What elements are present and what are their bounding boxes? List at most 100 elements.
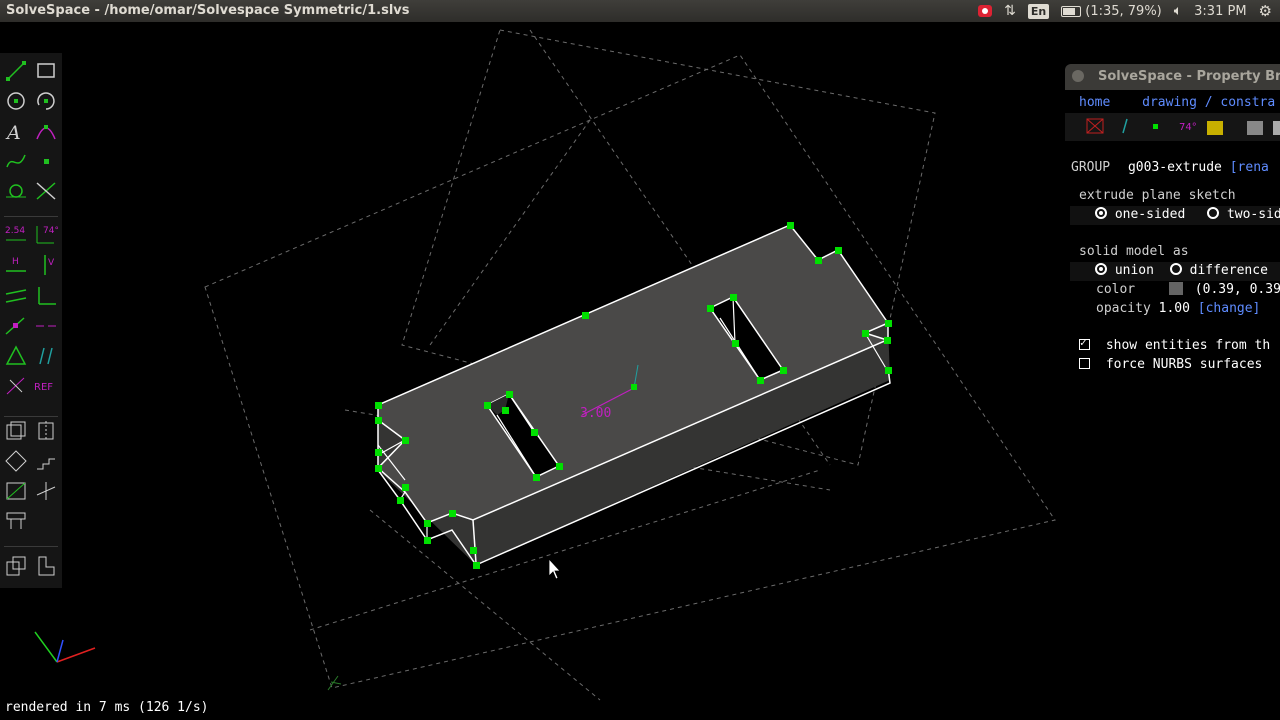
point-tool-icon[interactable] [34, 149, 58, 173]
vertex-point[interactable] [732, 340, 739, 347]
recording-icon[interactable] [978, 5, 993, 17]
force-nurbs-label: force NURBS surfaces [1105, 357, 1263, 372]
vertex-point[interactable] [787, 222, 794, 229]
vertex-point[interactable] [757, 377, 764, 384]
equal-constraint-icon[interactable] [4, 344, 28, 368]
reference-toggle-icon[interactable]: REF [34, 374, 58, 398]
vertex-point[interactable] [506, 391, 513, 398]
battery-status: (1:35, 79%) [1085, 3, 1162, 19]
circle-tool-icon[interactable] [4, 89, 28, 113]
bezier-tool-icon[interactable] [4, 149, 28, 173]
vertex-point[interactable] [449, 510, 456, 517]
nav-home-link[interactable]: home [1079, 95, 1110, 110]
step-translate-icon[interactable] [34, 449, 58, 473]
battery-indicator[interactable]: (1:35, 79%) [1061, 4, 1162, 19]
assemble-icon[interactable] [4, 554, 28, 578]
show-entities-option[interactable]: show entities from th [1079, 336, 1270, 353]
perpendicular-constraint-icon[interactable] [34, 284, 58, 308]
rename-link[interactable]: [rena [1230, 160, 1269, 175]
sketch-in-3d-icon[interactable] [4, 509, 28, 533]
vertex-point[interactable] [473, 562, 480, 569]
union-option[interactable]: union [1095, 263, 1154, 278]
vertex-point[interactable] [502, 407, 509, 414]
vertex-point[interactable] [531, 429, 538, 436]
orientation-constraint-icon[interactable] [34, 344, 58, 368]
symmetric-constraint-icon[interactable] [34, 314, 58, 338]
angle-constraint-icon[interactable]: 74° [34, 222, 58, 246]
vertex-point[interactable] [884, 337, 891, 344]
extrude-icon[interactable] [4, 419, 28, 443]
horizontal-constraint-icon[interactable]: H [4, 253, 28, 277]
difference-label: difference [1189, 263, 1268, 278]
show-workplanes-icon[interactable] [1086, 118, 1104, 134]
vertex-point[interactable] [707, 305, 714, 312]
text-tool-icon[interactable]: A [4, 119, 28, 143]
svg-text:A: A [5, 122, 21, 143]
vertex-point[interactable] [730, 294, 737, 301]
vertex-point[interactable] [402, 437, 409, 444]
parallel-constraint-icon[interactable] [4, 284, 28, 308]
distance-constraint-icon[interactable]: 2.54 [4, 222, 28, 246]
vertex-point[interactable] [375, 449, 382, 456]
sketch-toolbar: A 2.54 74° H V REF [0, 53, 62, 588]
show-hidden-lines-icon[interactable] [1273, 121, 1280, 135]
difference-option[interactable]: difference [1169, 263, 1268, 278]
step-rotate-icon[interactable] [4, 449, 28, 473]
vertex-point[interactable] [397, 497, 404, 504]
keyboard-layout-indicator[interactable]: En [1027, 3, 1050, 19]
one-sided-option[interactable]: one-sided [1095, 207, 1185, 222]
clock[interactable]: 3:31 PM [1194, 4, 1246, 19]
workplane-tool-icon[interactable] [4, 179, 28, 203]
sketch-in-plane-icon[interactable] [34, 554, 58, 578]
one-sided-label: one-sided [1114, 207, 1186, 222]
vertical-constraint-icon[interactable]: V [34, 253, 58, 277]
vertex-point[interactable] [780, 367, 787, 374]
network-transfer-icon[interactable]: ⇅ [1004, 3, 1016, 19]
vertex-point[interactable] [835, 247, 842, 254]
vertex-point[interactable] [862, 330, 869, 337]
two-sided-option[interactable]: two-sid [1207, 207, 1280, 222]
new-group-icon[interactable] [34, 479, 58, 503]
checkbox-icon [1079, 336, 1090, 350]
svg-text:H: H [12, 257, 19, 267]
vertex-point[interactable] [885, 367, 892, 374]
workplane-group-icon[interactable] [4, 479, 28, 503]
line-tool-icon[interactable] [4, 59, 28, 83]
vertex-point[interactable] [533, 474, 540, 481]
lathe-icon[interactable] [34, 419, 58, 443]
show-edges-icon[interactable] [1247, 121, 1263, 135]
color-swatch[interactable] [1168, 282, 1183, 295]
vertex-point[interactable] [375, 465, 382, 472]
split-curves-icon[interactable] [34, 179, 58, 203]
vertex-point[interactable] [885, 320, 892, 327]
window-title: SolveSpace - /home/omar/Solvespace Symme… [6, 3, 410, 18]
tangent-arc-tool-icon[interactable] [34, 119, 58, 143]
show-points-icon[interactable] [1153, 124, 1158, 129]
property-browser-titlebar[interactable]: SolveSpace - Property Brow [1065, 64, 1280, 90]
show-normals-icon[interactable] [1122, 118, 1128, 134]
vertex-point[interactable] [470, 547, 477, 554]
vertex-point[interactable] [424, 520, 431, 527]
vertex-point[interactable] [582, 312, 589, 319]
vertex-point[interactable] [402, 484, 409, 491]
nav-breadcrumb-link[interactable]: drawing / constra [1142, 95, 1275, 110]
vertex-point[interactable] [424, 537, 431, 544]
opacity-label: opacity [1096, 301, 1151, 316]
gear-icon[interactable]: ⚙ [1259, 2, 1272, 20]
show-shaded-icon[interactable] [1207, 121, 1223, 135]
other-supplementary-icon[interactable] [4, 374, 28, 398]
show-constraints-icon[interactable]: 74° [1179, 122, 1197, 133]
rectangle-tool-icon[interactable] [34, 59, 58, 83]
point-on-line-icon[interactable] [4, 314, 28, 338]
dimension-label[interactable]: 3.00 [580, 406, 611, 421]
vertex-point[interactable] [815, 257, 822, 264]
opacity-change-link[interactable]: [change] [1198, 301, 1261, 316]
close-icon[interactable] [1072, 70, 1084, 82]
force-nurbs-option[interactable]: force NURBS surfaces [1079, 357, 1262, 372]
vertex-point[interactable] [556, 463, 563, 470]
vertex-point[interactable] [375, 402, 382, 409]
vertex-point[interactable] [484, 402, 491, 409]
arc-tool-icon[interactable] [34, 89, 58, 113]
vertex-point[interactable] [375, 417, 382, 424]
volume-icon[interactable]: 🔈︎ [1174, 3, 1182, 19]
